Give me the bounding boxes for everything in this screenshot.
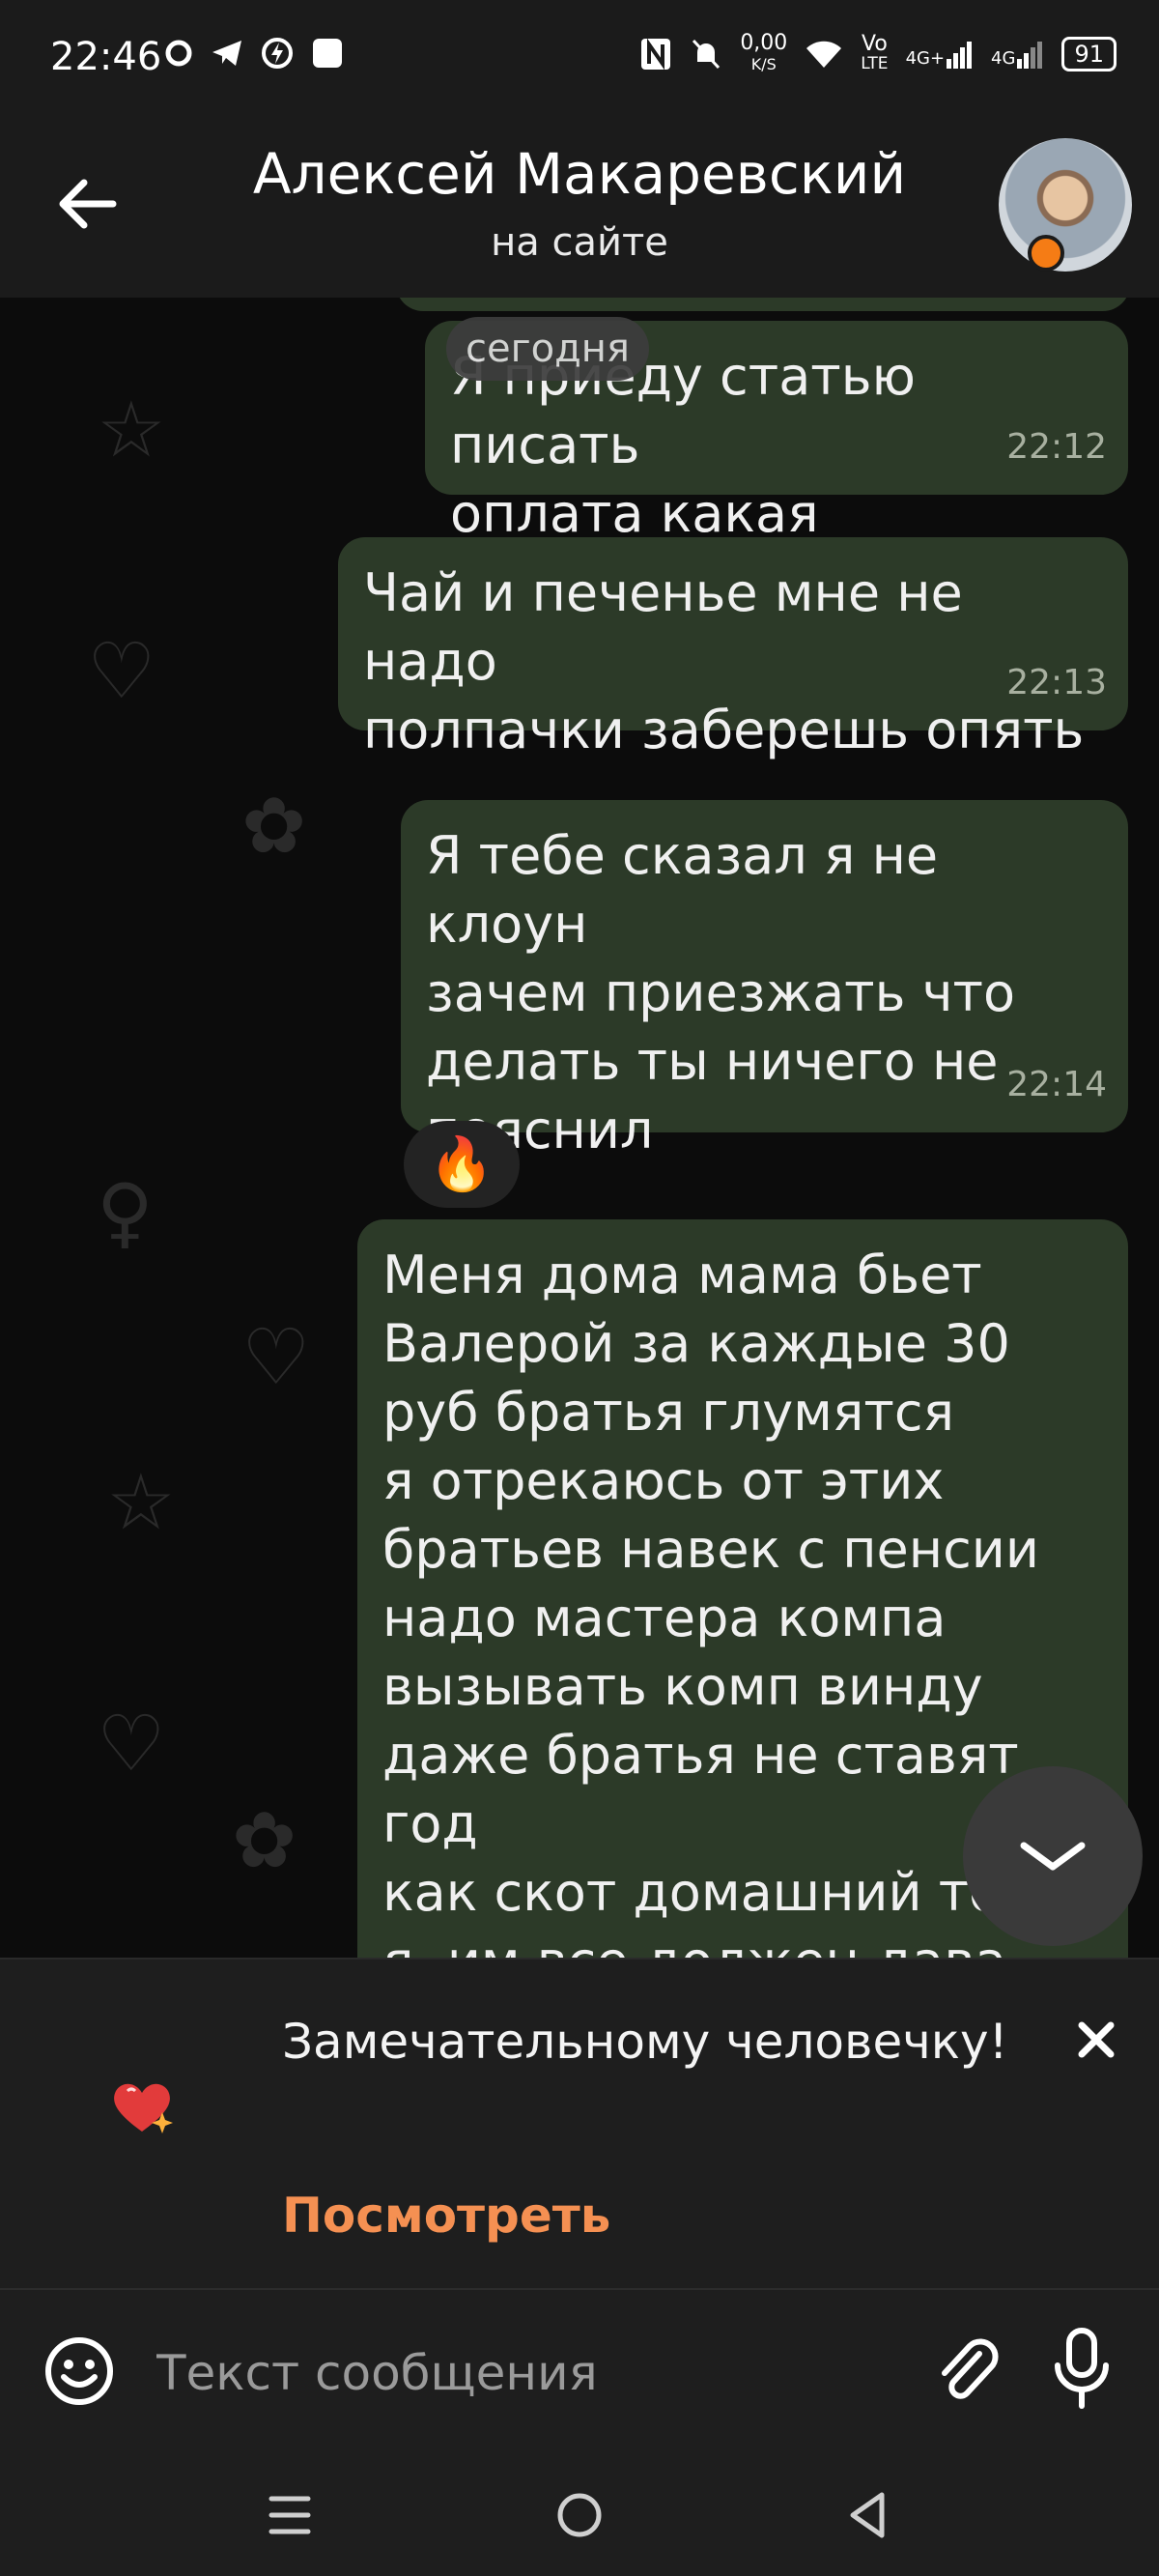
net-speed: 0,00 K/S: [740, 31, 788, 74]
heart-doodle-icon: ♡: [87, 626, 156, 716]
signal-bars-icon: [1017, 42, 1043, 69]
message-composer: [0, 2288, 1159, 2454]
status-time: 22:46: [50, 35, 162, 79]
avatar[interactable]: [999, 138, 1132, 272]
date-chip: сегодня: [446, 317, 649, 381]
star-doodle-icon: ☆: [97, 385, 166, 474]
lightning-circle-icon: [262, 38, 293, 69]
heart-sparkle-icon: [114, 2083, 173, 2133]
message-bubble[interactable]: Чай и печенье мне не надо полпачки забер…: [338, 537, 1128, 760]
paperclip-icon[interactable]: [929, 2331, 1006, 2408]
emoji-icon[interactable]: [42, 2334, 116, 2408]
message-input[interactable]: [155, 2329, 892, 2418]
star-doodle-icon: ☆: [106, 1457, 176, 1547]
contact-status: на сайте: [491, 220, 668, 265]
view-gift-link[interactable]: Посмотреть: [282, 2188, 610, 2244]
promo-text: Замечательному человечку!: [282, 2014, 1008, 2070]
paw-doodle-icon: ✿: [232, 1795, 297, 1885]
back-triangle-icon[interactable]: [835, 2481, 903, 2549]
app-square-icon: [313, 39, 342, 68]
signal-bars-icon: [947, 42, 973, 69]
system-nav-bar: [0, 2452, 1159, 2576]
chat-header: Алексей Макаревский на сайте: [0, 114, 1159, 298]
battery-indicator: 91: [1061, 37, 1117, 72]
fire-reaction[interactable]: 🔥: [404, 1121, 520, 1208]
notification-ring-icon: [165, 40, 192, 67]
home-icon[interactable]: [546, 2481, 613, 2549]
status-left-icons: [164, 37, 344, 70]
nfc-icon: [641, 38, 671, 71]
contact-name[interactable]: Алексей Макаревский: [193, 141, 966, 207]
previous-message-edge: [396, 298, 1130, 311]
heart-doodle-icon: ♡: [97, 1699, 166, 1789]
message-time: 22:12: [1006, 427, 1107, 467]
message-time: 22:13: [1006, 663, 1107, 702]
person-doodle-icon: ♀: [97, 1167, 154, 1257]
chevron-down-icon: [1020, 1842, 1086, 1871]
mute-bell-icon: [693, 39, 721, 70]
heart-doodle-icon: ♡: [241, 1312, 311, 1402]
gift-promo-panel: Замечательному человечку! Посмотреть: [0, 1958, 1159, 2290]
volte-indicator: Vo LTE: [861, 32, 889, 74]
telegram-icon: [212, 41, 241, 66]
wifi-icon: [806, 41, 842, 68]
scroll-down-button[interactable]: [963, 1766, 1143, 1946]
message-time: 22:14: [1006, 1065, 1107, 1104]
back-arrow-icon[interactable]: [53, 170, 121, 238]
microphone-icon[interactable]: [1048, 2327, 1116, 2410]
message-list[interactable]: ☆ ♡ ✿ ♀ ♡ ☆ ♡ ✿ Я приеду статью писать о…: [0, 298, 1159, 1958]
status-right-icons: 0,00 K/S Vo LTE 4G+ 4G 91: [639, 33, 1117, 75]
message-text: Я тебе сказал я не клоун зачем приезжать…: [426, 825, 1016, 1160]
status-bar: 22:46 0,00 K/S Vo LTE 4G+ 4G 91: [0, 0, 1159, 114]
menu-icon[interactable]: [256, 2481, 324, 2549]
signal-2: 4G: [991, 40, 1044, 69]
presence-indicator: [1028, 235, 1064, 272]
close-icon[interactable]: [1062, 2006, 1130, 2074]
signal-1: 4G+: [906, 40, 974, 69]
paw-doodle-icon: ✿: [241, 781, 307, 871]
message-bubble[interactable]: Я тебе сказал я не клоун зачем приезжать…: [401, 800, 1128, 1160]
message-text: Чай и печенье мне не надо полпачки забер…: [363, 562, 1085, 760]
